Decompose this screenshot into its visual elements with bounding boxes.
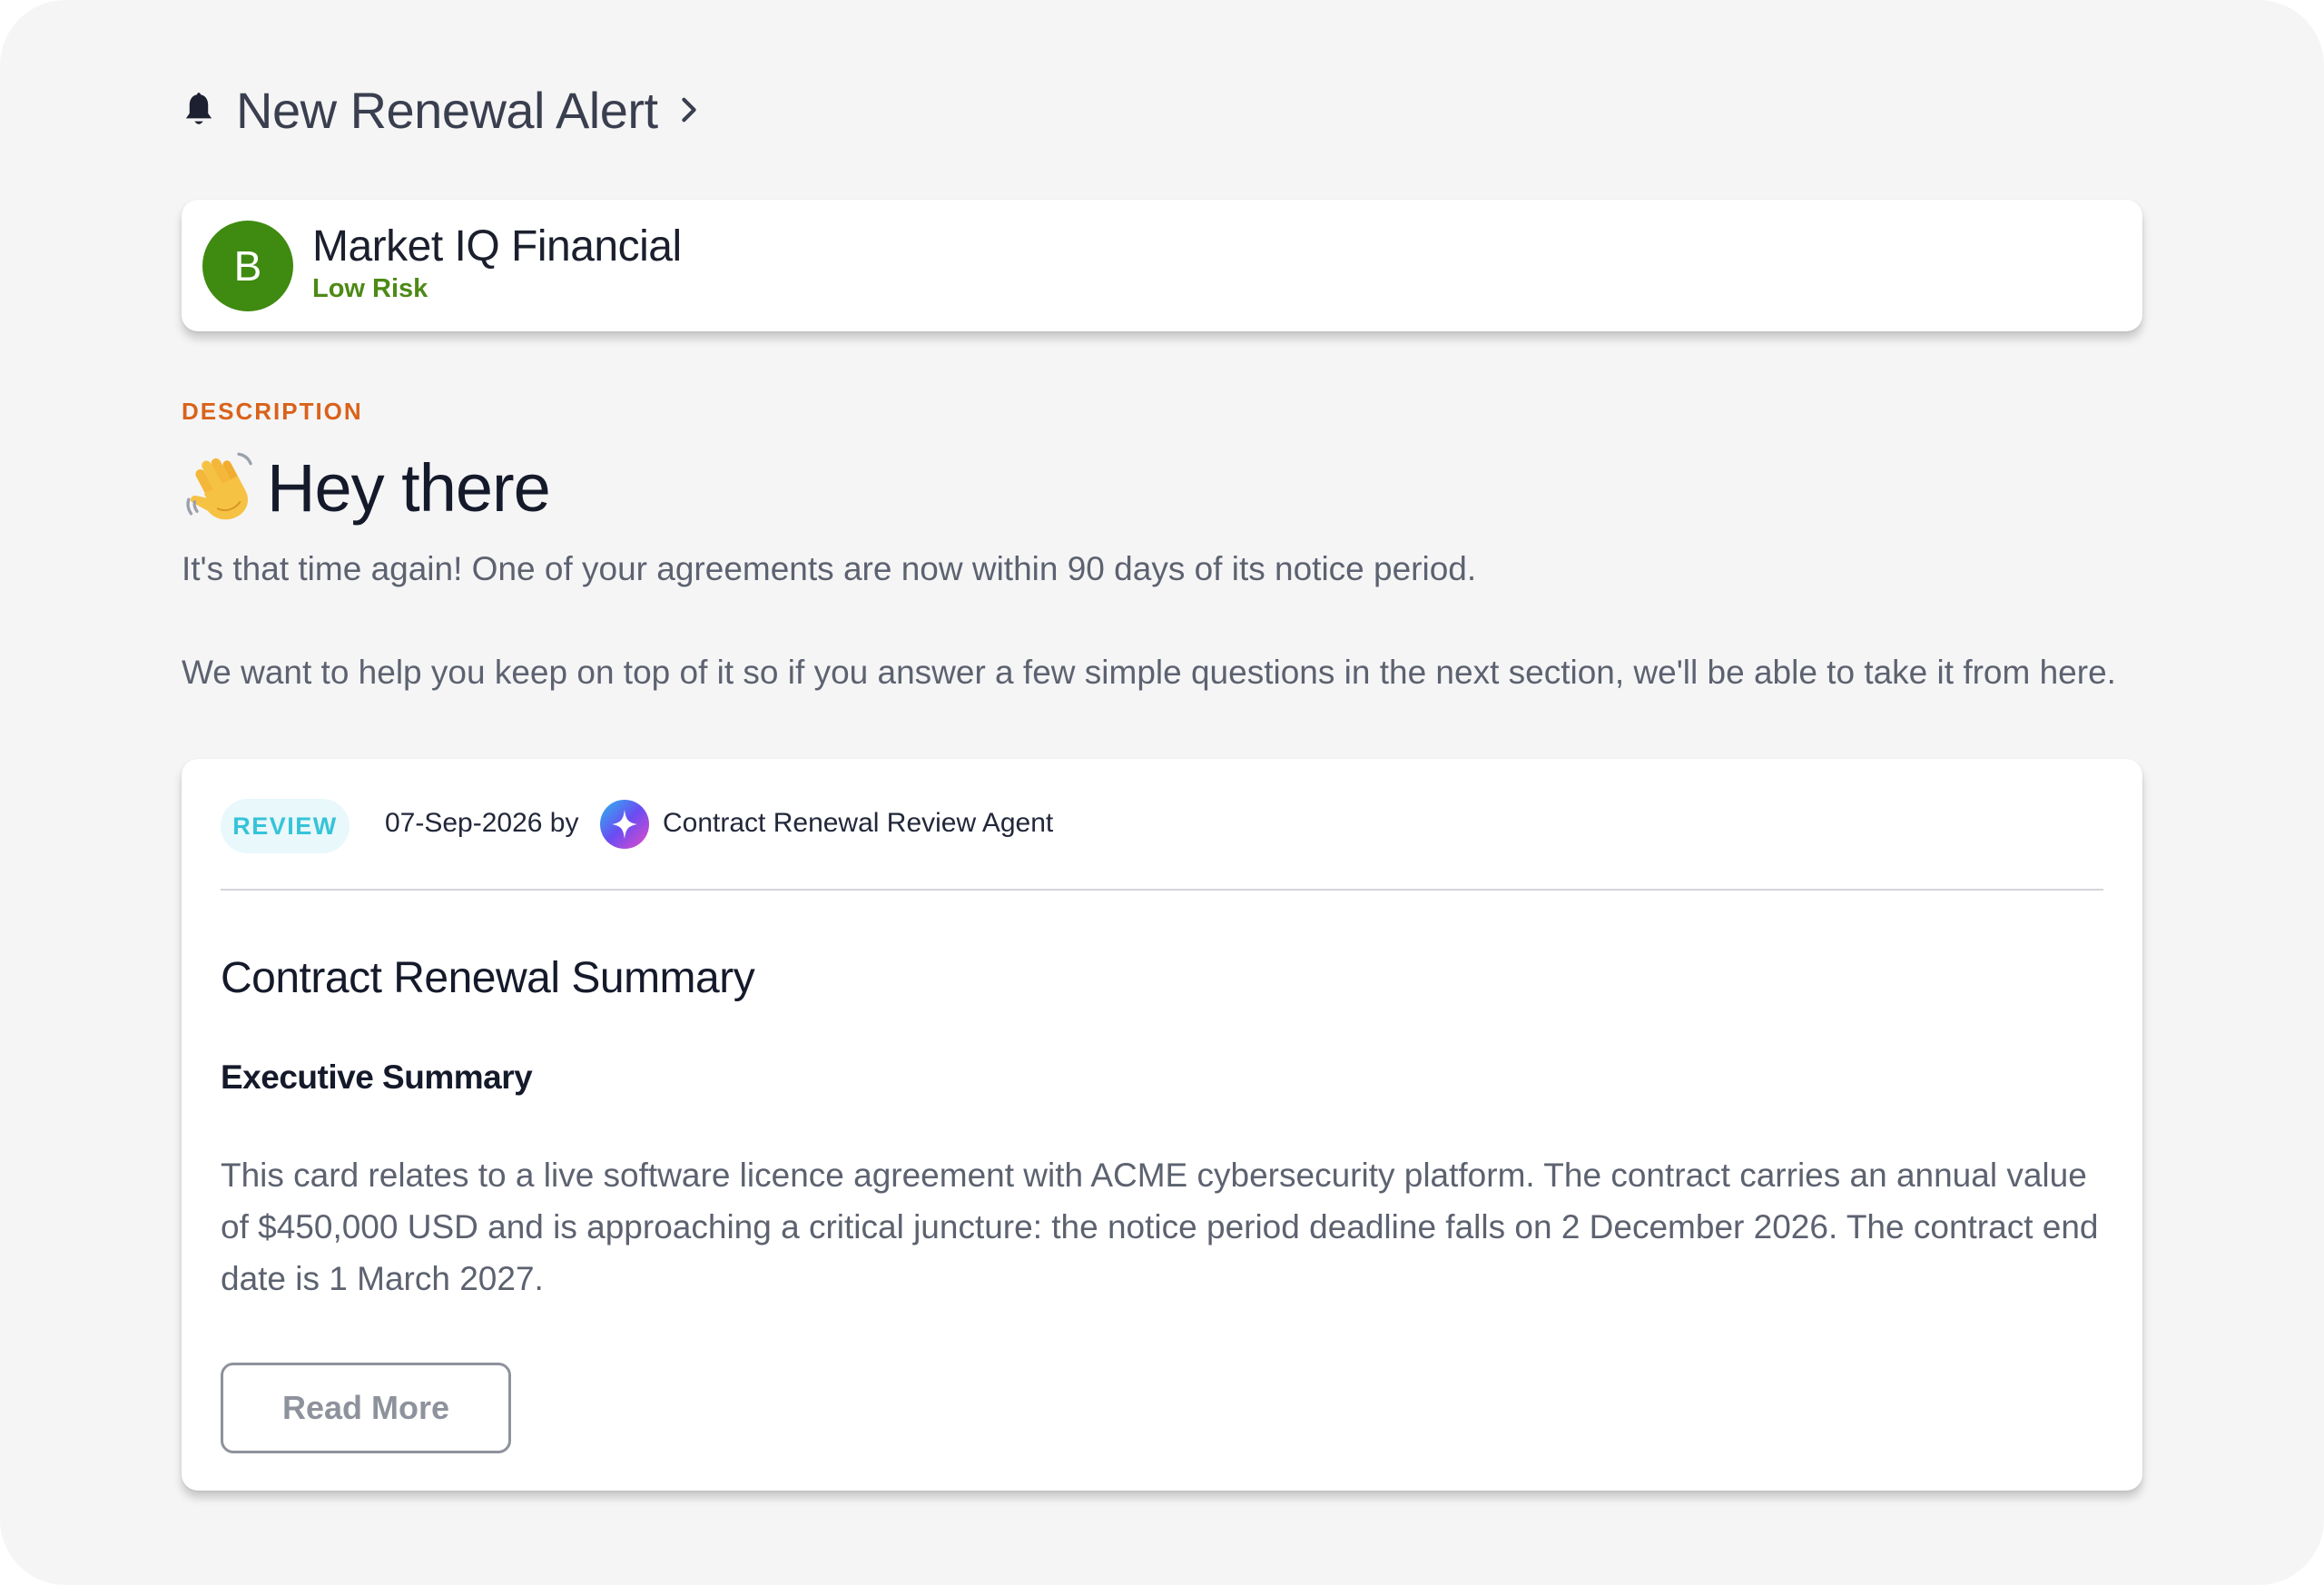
page-title: New Renewal Alert [236, 81, 658, 139]
description-label: DESCRIPTION [182, 398, 363, 425]
agent-name: Contract Renewal Review Agent [663, 808, 1054, 838]
app-window: New Renewal Alert B Market IQ Financial … [0, 0, 2324, 1585]
sparkle-agent-icon [600, 800, 649, 849]
read-more-button[interactable]: Read More [221, 1363, 511, 1453]
executive-summary-text: This card relates to a live software lic… [221, 1157, 2099, 1297]
risk-level: Low Risk [312, 274, 428, 303]
greeting: Hey there [182, 447, 551, 528]
chevron-right-icon [681, 97, 696, 123]
renewal-alert-header[interactable]: New Renewal Alert [182, 74, 698, 145]
avatar: B [202, 221, 293, 311]
organization-name: Market IQ Financial [312, 222, 682, 271]
review-badge: REVIEW [221, 799, 350, 853]
bell-icon [185, 93, 212, 124]
summary-title: Contract Renewal Summary [221, 954, 755, 1002]
review-date: 07-Sep-2026 by [385, 808, 579, 838]
divider [221, 889, 2103, 891]
description-paragraph-1: It's that time again! One of your agreem… [182, 550, 1477, 587]
review-card: REVIEW 07-Sep-2026 by Contract Renewal R… [182, 759, 2142, 1491]
executive-summary-heading: Executive Summary [221, 1058, 533, 1096]
organization-card[interactable]: B Market IQ Financial Low Risk [182, 200, 2142, 331]
greeting-text: Hey there [267, 449, 551, 526]
waving-hand-icon [186, 452, 252, 520]
description-paragraph-2: We want to help you keep on top of it so… [182, 654, 2116, 691]
